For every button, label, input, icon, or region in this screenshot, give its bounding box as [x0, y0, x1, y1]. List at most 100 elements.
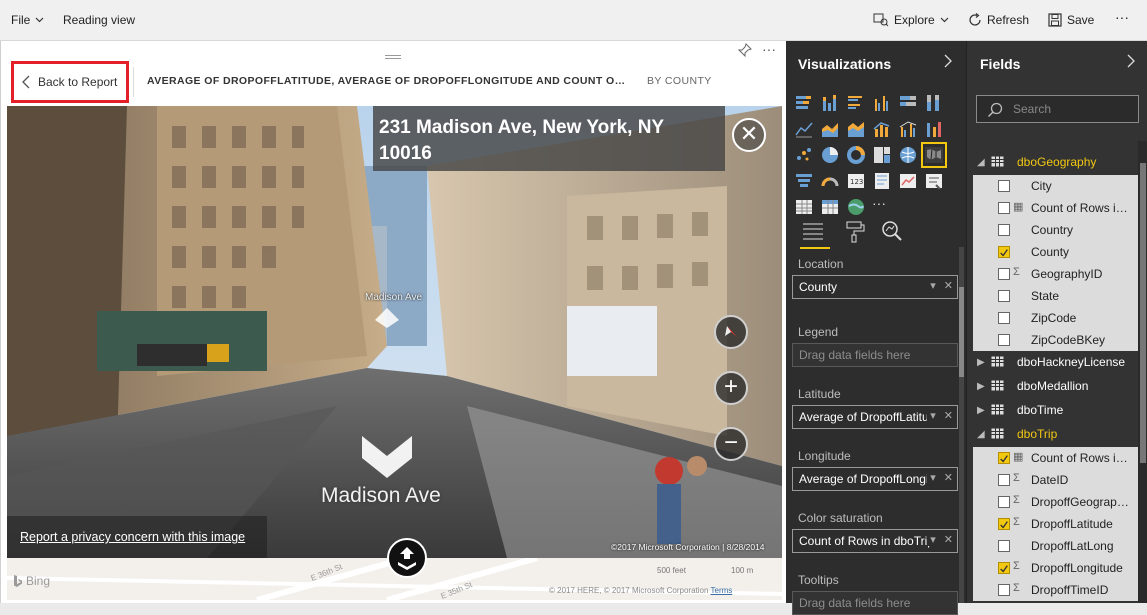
checkbox[interactable]: [998, 180, 1010, 192]
field-item[interactable]: County: [973, 241, 1138, 263]
compass-button[interactable]: [714, 315, 748, 349]
field-item[interactable]: Σ DropoffLongitude: [973, 557, 1138, 579]
dropdown-icon[interactable]: ▾: [930, 472, 936, 484]
card-icon[interactable]: 123: [846, 171, 866, 191]
well-field[interactable]: Average of DropoffLongitude ▾ ✕: [792, 467, 958, 491]
tab-format[interactable]: [844, 219, 866, 248]
table-node[interactable]: ◢ dboTrip: [967, 423, 1147, 445]
visual-more-button[interactable]: ···: [762, 41, 776, 57]
remove-icon[interactable]: ✕: [944, 534, 953, 546]
refresh-button[interactable]: Refresh: [968, 13, 1029, 27]
visualizations-scrollbar[interactable]: [959, 247, 964, 603]
field-item[interactable]: Country: [973, 219, 1138, 241]
field-item[interactable]: ▦ Count of Rows in dboGeography: [973, 197, 1138, 219]
well-drop-zone[interactable]: Drag data fields here: [792, 591, 958, 615]
field-item[interactable]: ZipCodeBKey: [973, 329, 1138, 351]
checkbox-checked[interactable]: [998, 562, 1010, 574]
area-chart-icon[interactable]: [820, 119, 840, 139]
fields-search-input[interactable]: Search: [976, 95, 1139, 123]
checkbox[interactable]: [998, 224, 1010, 236]
expand-right-icon[interactable]: ▶: [977, 405, 985, 416]
table-node[interactable]: ▶ dboHackneyLicense: [967, 351, 1147, 373]
drag-handle[interactable]: [385, 47, 401, 59]
close-streetside-button[interactable]: ✕: [732, 118, 766, 152]
checkbox[interactable]: [998, 334, 1010, 346]
streetside-view[interactable]: 231 Madison Ave, New York, NY 10016 ✕ + …: [7, 106, 782, 558]
filled-map-icon[interactable]: [921, 142, 947, 168]
more-options-button[interactable]: ···: [1115, 9, 1129, 25]
zoom-out-button[interactable]: −: [714, 427, 748, 461]
field-item[interactable]: State: [973, 285, 1138, 307]
scroll-thumb[interactable]: [959, 287, 964, 377]
field-item[interactable]: Σ DropoffTimeID: [973, 579, 1138, 601]
field-item[interactable]: Σ DropoffGeographyID: [973, 491, 1138, 513]
stacked-area-chart-icon[interactable]: [846, 119, 866, 139]
field-item[interactable]: Σ DropoffLatitude: [973, 513, 1138, 535]
table-icon[interactable]: [794, 197, 814, 217]
remove-icon[interactable]: ✕: [944, 472, 953, 484]
donut-chart-icon[interactable]: [846, 145, 866, 165]
reading-view-button[interactable]: Reading view: [63, 13, 135, 27]
checkbox[interactable]: [998, 474, 1010, 486]
slicer-icon[interactable]: [924, 171, 944, 191]
multi-row-card-icon[interactable]: [872, 171, 892, 191]
dropdown-icon[interactable]: ▾: [930, 280, 936, 292]
checkbox-checked[interactable]: [998, 452, 1010, 464]
collapse-visualizations-button[interactable]: [944, 54, 952, 71]
field-item[interactable]: Σ DateID: [973, 469, 1138, 491]
table-node[interactable]: ▶ dboTime: [967, 399, 1147, 421]
checkbox[interactable]: [998, 202, 1010, 214]
checkbox[interactable]: [998, 584, 1010, 596]
checkbox-checked[interactable]: [998, 246, 1010, 258]
treemap-icon[interactable]: [872, 145, 892, 165]
expand-down-icon[interactable]: ◢: [977, 429, 985, 440]
well-field[interactable]: Count of Rows in dboTrip ▾ ✕: [792, 529, 958, 553]
kpi-icon[interactable]: [898, 171, 918, 191]
full-stacked-bar-chart-icon[interactable]: [898, 93, 918, 113]
well-drop-zone[interactable]: Drag data fields here: [792, 343, 958, 367]
dropdown-icon[interactable]: ▾: [930, 534, 936, 546]
field-item[interactable]: ▦ Count of Rows in dboTrip: [973, 447, 1138, 469]
fields-scrollbar[interactable]: [1138, 141, 1147, 603]
back-to-report-button[interactable]: Back to Report: [11, 61, 129, 103]
expand-right-icon[interactable]: ▶: [977, 357, 985, 368]
tab-fields[interactable]: [800, 219, 830, 249]
explore-menu[interactable]: Explore: [873, 13, 949, 27]
gauge-icon[interactable]: [820, 171, 840, 191]
ribbon-chart-icon[interactable]: [924, 119, 944, 139]
scatter-chart-icon[interactable]: [794, 145, 814, 165]
remove-icon[interactable]: ✕: [944, 410, 953, 422]
stacked-column-chart-icon[interactable]: [820, 93, 840, 113]
map-toggle-button[interactable]: [387, 538, 427, 578]
stacked-bar-chart-icon[interactable]: [794, 93, 814, 113]
save-button[interactable]: Save: [1048, 13, 1094, 27]
more-visuals-button[interactable]: ···: [872, 195, 892, 215]
table-node[interactable]: ▶ dboMedallion: [967, 375, 1147, 397]
field-item[interactable]: ZipCode: [973, 307, 1138, 329]
checkbox[interactable]: [998, 540, 1010, 552]
line-and-clustered-column-icon[interactable]: [898, 119, 918, 139]
matrix-icon[interactable]: [820, 197, 840, 217]
checkbox-checked[interactable]: [998, 518, 1010, 530]
pin-button[interactable]: [737, 43, 752, 62]
field-item[interactable]: Σ GeographyID: [973, 263, 1138, 285]
pie-chart-icon[interactable]: [820, 145, 840, 165]
table-node[interactable]: ◢ dboGeography: [967, 151, 1147, 173]
well-field[interactable]: Average of DropoffLatitude ▾ ✕: [792, 405, 958, 429]
line-and-column-chart-icon[interactable]: [872, 119, 892, 139]
dropdown-icon[interactable]: ▾: [930, 410, 936, 422]
globe-map-icon[interactable]: [846, 197, 866, 217]
field-item[interactable]: City: [973, 175, 1138, 197]
checkbox[interactable]: [998, 312, 1010, 324]
report-privacy-link[interactable]: Report a privacy concern with this image: [7, 516, 267, 558]
checkbox[interactable]: [998, 268, 1010, 280]
file-menu[interactable]: File: [11, 13, 44, 27]
checkbox[interactable]: [998, 496, 1010, 508]
checkbox[interactable]: [998, 290, 1010, 302]
scroll-thumb[interactable]: [1139, 163, 1146, 463]
field-item[interactable]: DropoffLatLong: [973, 535, 1138, 557]
remove-icon[interactable]: ✕: [944, 280, 953, 292]
expand-right-icon[interactable]: ▶: [977, 381, 985, 392]
tab-analytics[interactable]: [880, 219, 904, 248]
funnel-icon[interactable]: [794, 171, 814, 191]
